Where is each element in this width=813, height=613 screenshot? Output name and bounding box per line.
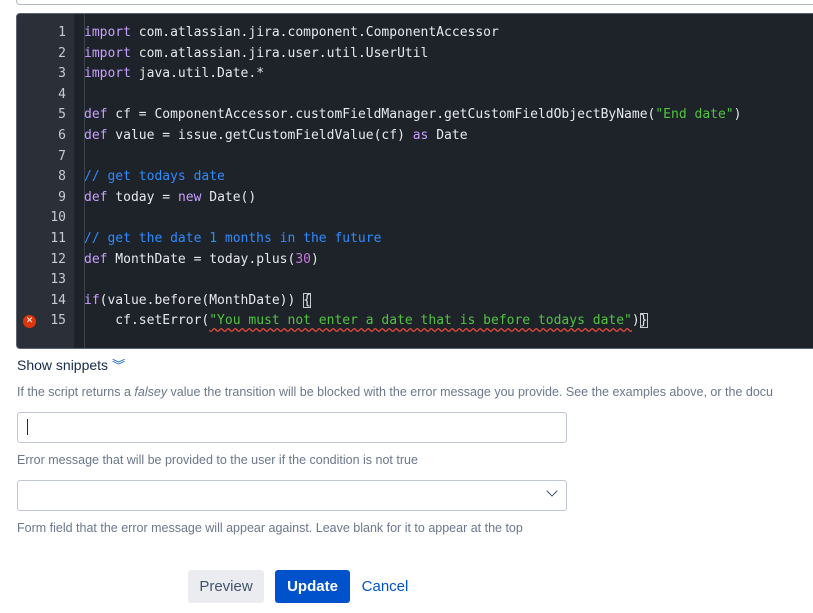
- code-line[interactable]: 6 def value = issue.getCustomFieldValue(c…: [17, 126, 813, 147]
- code-token: // get the date 1 months in the future: [84, 230, 382, 246]
- help-text-part: If the script returns a: [17, 385, 135, 399]
- line-number: 15: [50, 313, 66, 329]
- code-line[interactable]: 8 // get todays date: [17, 167, 813, 188]
- code-line[interactable]: 4: [17, 85, 813, 106]
- code-token: 30: [295, 251, 311, 267]
- line-number: 9: [58, 189, 66, 205]
- line-number: 5: [58, 107, 66, 123]
- code-line[interactable]: 3 import java.util.Date.*: [17, 64, 813, 85]
- code-token: (value.before(MonthDate)): [99, 292, 304, 308]
- code-line[interactable]: ✕ 15 cf.setError("You must not enter a da…: [17, 311, 813, 332]
- code-token: import: [84, 45, 131, 61]
- code-token: cf = ComponentAccessor.customFieldManage…: [107, 107, 656, 123]
- code-text: cf.setError("You must not enter a date t…: [84, 311, 648, 332]
- code-token: "You must not enter a date that is befor…: [209, 313, 632, 329]
- code-line[interactable]: 9 def today = new Date(): [17, 188, 813, 209]
- line-number: 10: [50, 210, 66, 226]
- code-token: ): [631, 313, 640, 329]
- error-message-input[interactable]: [17, 412, 567, 443]
- code-token: {: [303, 292, 311, 308]
- show-snippets-label: Show snippets: [17, 357, 109, 373]
- text-caret: [27, 419, 28, 435]
- code-lines[interactable]: 1 import com.atlassian.jira.component.Com…: [17, 23, 813, 332]
- code-line[interactable]: 13: [17, 270, 813, 291]
- form-field-help: Form field that the error message will a…: [17, 521, 523, 535]
- code-text: def cf = ComponentAccessor.customFieldMa…: [84, 105, 741, 126]
- line-number: 7: [58, 148, 66, 164]
- code-text: import java.util.Date.*: [84, 64, 264, 85]
- code-line[interactable]: 14 if(value.before(MonthDate)) {: [17, 291, 813, 312]
- line-number: 4: [58, 86, 66, 102]
- line-number: 11: [50, 230, 66, 246]
- help-text-italic: falsey: [134, 385, 168, 399]
- code-text: def MonthDate = today.plus(30): [84, 250, 319, 271]
- code-line[interactable]: 5 def cf = ComponentAccessor.customFieldM…: [17, 105, 813, 126]
- previous-field-border: [16, 0, 813, 5]
- code-token: today =: [107, 189, 178, 205]
- line-number: 8: [58, 169, 66, 185]
- code-line[interactable]: 12 def MonthDate = today.plus(30): [17, 250, 813, 271]
- code-line[interactable]: 1 import com.atlassian.jira.component.Com…: [17, 23, 813, 44]
- code-token: // get todays date: [84, 169, 225, 185]
- code-token: def: [84, 107, 108, 123]
- script-help-text: If the script returns a falsey value the…: [17, 385, 773, 399]
- code-text: if(value.before(MonthDate)) {: [84, 291, 311, 312]
- error-message-help: Error message that will be provided to t…: [17, 453, 418, 467]
- code-text: def today = new Date(): [84, 188, 256, 209]
- code-token: }: [639, 313, 648, 329]
- line-number: 13: [50, 272, 66, 288]
- form-field-select[interactable]: [17, 480, 567, 511]
- line-number: 2: [58, 45, 66, 61]
- code-text: import com.atlassian.jira.user.util.User…: [84, 44, 428, 65]
- code-token: def: [84, 127, 108, 143]
- code-token: new: [177, 189, 202, 205]
- code-token: ): [733, 107, 742, 123]
- code-text: // get todays date: [84, 167, 225, 188]
- code-token: import: [84, 25, 131, 40]
- line-number: 1: [58, 25, 66, 40]
- code-token: java.util.Date.*: [130, 66, 265, 82]
- code-token: MonthDate = today.plus(: [107, 251, 296, 267]
- code-token: def: [84, 251, 108, 267]
- line-number: 3: [58, 66, 66, 82]
- double-chevron-down-icon: ︾: [112, 358, 126, 373]
- code-token: ): [310, 251, 319, 267]
- preview-button[interactable]: Preview: [188, 570, 264, 603]
- code-token: "End date": [655, 107, 734, 123]
- line-number: 14: [50, 292, 66, 308]
- code-text: // get the date 1 months in the future: [84, 229, 381, 250]
- code-token: cf.setError(: [84, 313, 210, 329]
- code-token: Date: [428, 127, 468, 143]
- code-line[interactable]: 11 // get the date 1 months in the future: [17, 229, 813, 250]
- cancel-button[interactable]: Cancel: [356, 570, 414, 603]
- code-token: import: [84, 66, 131, 82]
- code-text: import com.atlassian.jira.component.Comp…: [84, 23, 499, 44]
- code-token: Date(): [201, 189, 257, 205]
- code-token: if: [84, 292, 100, 308]
- code-line[interactable]: 2 import com.atlassian.jira.user.util.Use…: [17, 44, 813, 65]
- code-editor[interactable]: 1 import com.atlassian.jira.component.Com…: [16, 13, 813, 349]
- code-token: value = issue.getCustomFieldValue(cf): [107, 127, 413, 143]
- line-number: 6: [58, 127, 66, 143]
- code-line[interactable]: 10: [17, 208, 813, 229]
- code-token: def: [84, 189, 108, 205]
- code-token: com.atlassian.jira.user.util.UserUtil: [130, 45, 429, 61]
- show-snippets-link[interactable]: Show snippets ︾: [17, 355, 125, 374]
- help-text-part: value the transition will be blocked wit…: [167, 385, 773, 399]
- code-token: com.atlassian.jira.component.ComponentAc…: [130, 25, 499, 40]
- update-button[interactable]: Update: [275, 570, 350, 603]
- code-line[interactable]: 7: [17, 147, 813, 168]
- line-number: 12: [50, 251, 66, 267]
- code-text: def value = issue.getCustomFieldValue(cf…: [84, 126, 468, 147]
- code-token: as: [412, 127, 429, 143]
- chevron-down-icon: [546, 485, 558, 497]
